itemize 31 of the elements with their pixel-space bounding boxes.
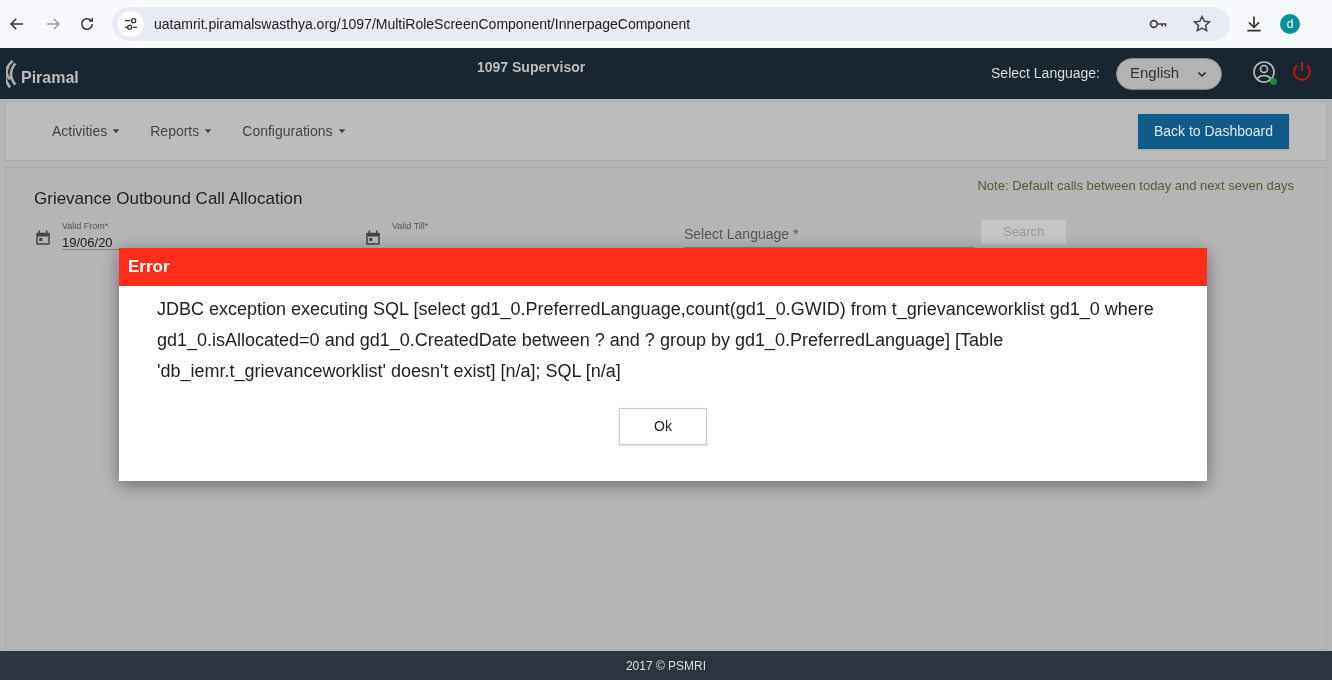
forward-icon[interactable] <box>44 15 62 33</box>
caret-icon <box>112 127 121 135</box>
back-button[interactable]: Back to Dashboard <box>1137 113 1289 149</box>
logo-text: Piramal <box>21 67 79 88</box>
error-message: JDBC exception executing SQL [select gd1_0.PreferredLanguage,count(gd1_0.GWID) from t_grievanceworklist gd1_0 where gd1_0.isAllocated=0 and gd1_0.CreatedDate between ? and ? group by gd1_0.PreferredLanguage] [Table 'db_iemr.t_grievanceworklist' doesn't exist] [n/a]; SQL [n/a] <box>157 298 1155 384</box>
caret-icon <box>337 127 346 135</box>
note-text: Note: Default calls between today and next seven days <box>977 177 1294 195</box>
page-title: Grievance Outbound Call Allocation <box>34 188 303 210</box>
footer-text: 2017 © PSMRI <box>0 651 1332 680</box>
user-icon[interactable] <box>1252 59 1276 84</box>
download-icon[interactable] <box>1244 14 1264 34</box>
calendar-icon[interactable] <box>364 229 382 247</box>
ok-button[interactable]: Ok <box>619 408 707 445</box>
star-icon[interactable] <box>1192 14 1212 34</box>
app-title: 1097 Supervisor <box>477 58 586 77</box>
language-dropdown[interactable]: Select Language * <box>684 223 974 248</box>
menu-dropdown[interactable]: Activities <box>52 120 121 142</box>
leaf-logo-icon <box>6 58 18 89</box>
menu-dropdown[interactable]: Configurations <box>242 120 346 142</box>
profile-avatar[interactable]: d <box>1280 14 1300 34</box>
site-settings-icon[interactable] <box>123 16 139 32</box>
caret-icon <box>204 127 213 135</box>
language-label: Select Language: <box>991 64 1100 83</box>
calendar-icon[interactable] <box>34 229 52 247</box>
back-icon[interactable] <box>8 15 26 33</box>
reload-icon[interactable] <box>78 15 96 33</box>
address-bar[interactable]: uatamrit.piramalswasthya.org/1097/MultiRoleScreenComponent/InnerpageComponent <box>112 7 1230 41</box>
menu-dropdown[interactable]: Reports <box>150 120 213 142</box>
url-text: uatamrit.piramalswasthya.org/1097/MultiRoleScreenComponent/InnerpageComponent <box>154 14 692 34</box>
language-select[interactable]: English <box>1116 57 1222 90</box>
dialog-title: Error <box>119 248 1207 286</box>
